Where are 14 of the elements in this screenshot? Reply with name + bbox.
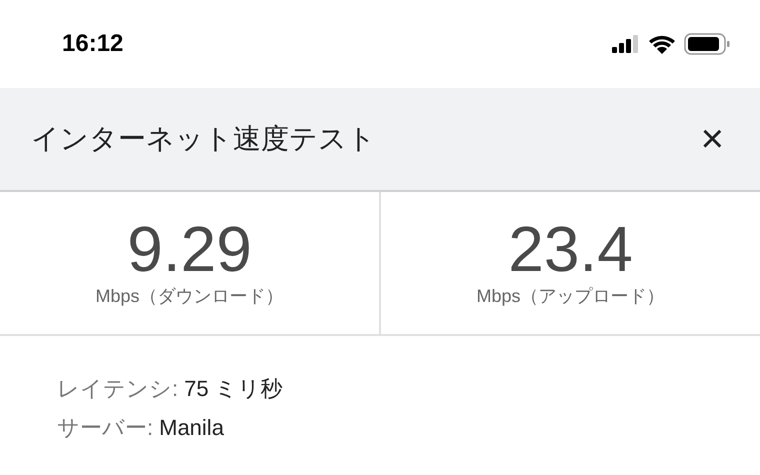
speed-unit: Mbps（アップロード） <box>476 284 664 308</box>
battery-icon <box>684 33 730 55</box>
detail-value: 75 ミリ秒 <box>184 375 283 403</box>
detail-label: サーバー: <box>57 414 154 442</box>
wifi-icon <box>648 34 676 54</box>
detail-label: レイテンシ: <box>57 375 178 403</box>
speed-value: 23.4 <box>508 216 633 280</box>
detail-value: Manila <box>159 414 224 442</box>
signal-icon <box>612 35 640 53</box>
clock-time: 16:12 <box>62 29 124 59</box>
speed-unit: Mbps（ダウンロード） <box>95 284 284 308</box>
page-title: インターネット速度テスト <box>31 122 376 156</box>
close-button[interactable]: × <box>700 119 724 159</box>
speed-value: 9.29 <box>127 216 252 280</box>
